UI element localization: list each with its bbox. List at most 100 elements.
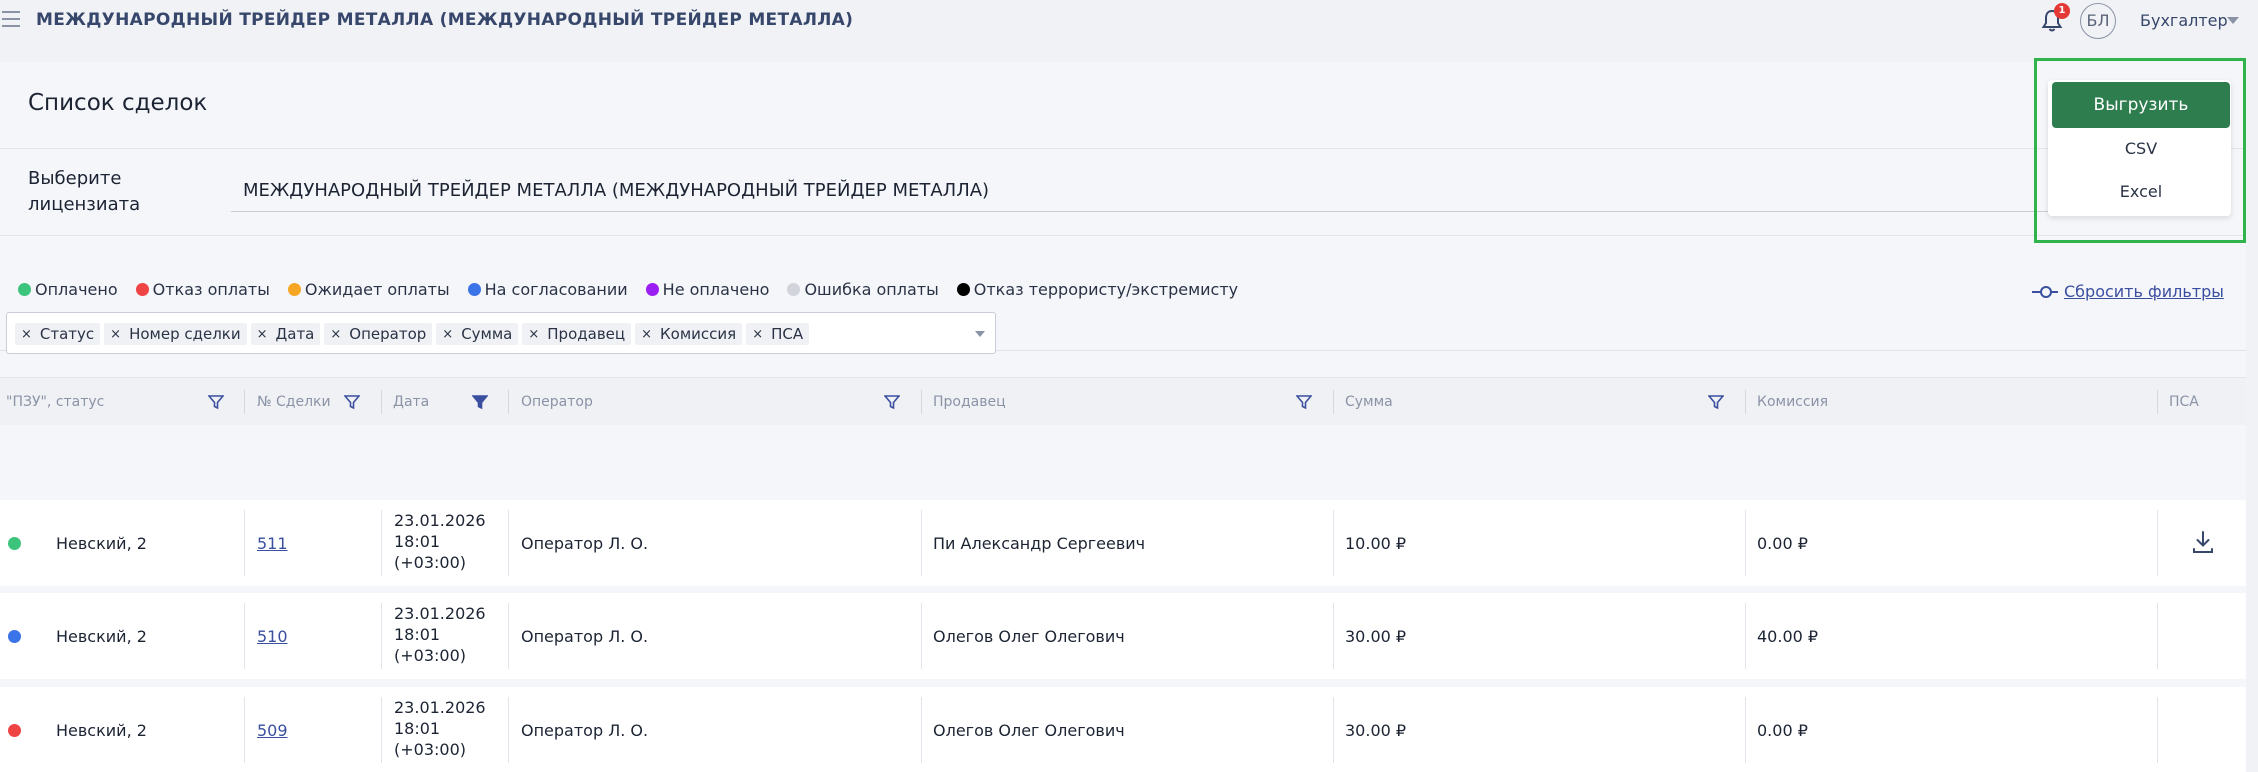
table-row[interactable]: Невский, 2 511 23.01.2026 18:01 (+03:00) Опер… bbox=[0, 500, 2246, 586]
sum-cell: 30.00 ₽ bbox=[1345, 626, 1407, 646]
cell-separator bbox=[1333, 603, 1334, 669]
legend-label: Не оплачено bbox=[662, 280, 770, 299]
status-legend: Оплачено Отказ оплаты Ожидает оплаты На сог… bbox=[18, 280, 1256, 299]
divider bbox=[0, 235, 2246, 236]
remove-chip-icon[interactable]: × bbox=[528, 327, 539, 342]
header-date[interactable]: Дата bbox=[393, 378, 429, 426]
header-seller[interactable]: Продавец bbox=[933, 378, 1006, 426]
deal-number-link[interactable]: 511 bbox=[257, 534, 288, 553]
remove-chip-icon[interactable]: × bbox=[330, 327, 341, 342]
header-commission[interactable]: Комиссия bbox=[1757, 378, 1828, 426]
divider bbox=[0, 148, 2246, 149]
filter-active-icon[interactable] bbox=[472, 394, 488, 410]
pzu-cell: Невский, 2 bbox=[56, 626, 147, 646]
header-operator[interactable]: Оператор bbox=[521, 378, 593, 426]
legend-item: Оплачено bbox=[18, 280, 118, 299]
cell-separator bbox=[1745, 510, 1746, 576]
timezone-value: (+03:00) bbox=[394, 740, 466, 759]
cell-separator bbox=[244, 697, 245, 763]
cell-separator bbox=[381, 697, 382, 763]
table-header: "ПЗУ", статус № Сделки Дата Оператор Про… bbox=[0, 377, 2246, 425]
cell-separator bbox=[921, 510, 922, 576]
header-status[interactable]: "ПЗУ", статус bbox=[6, 378, 104, 426]
remove-chip-icon[interactable]: × bbox=[21, 327, 32, 342]
legend-dot bbox=[787, 283, 801, 296]
cell-separator bbox=[508, 697, 509, 763]
deal-number-link[interactable]: 509 bbox=[257, 721, 288, 740]
legend-item: Отказ оплаты bbox=[135, 280, 270, 299]
cell-separator bbox=[921, 603, 922, 669]
filter-icon[interactable] bbox=[1708, 394, 1724, 410]
download-icon[interactable] bbox=[2192, 530, 2214, 554]
remove-chip-icon[interactable]: × bbox=[752, 327, 763, 342]
legend-label: Ожидает оплаты bbox=[304, 280, 450, 299]
header-deal-number[interactable]: № Сделки bbox=[257, 378, 331, 426]
cell-separator bbox=[921, 697, 922, 763]
header-psa[interactable]: ПСА bbox=[2169, 378, 2199, 426]
column-chip-label: Оператор bbox=[349, 325, 427, 343]
time-value: 18:01 bbox=[394, 625, 441, 644]
column-chip: × Номер сделки bbox=[104, 323, 247, 345]
pzu-cell: Невский, 2 bbox=[56, 720, 147, 740]
filter-icon[interactable] bbox=[344, 394, 360, 410]
reset-filters-label: Сбросить фильтры bbox=[2064, 282, 2224, 301]
remove-chip-icon[interactable]: × bbox=[641, 327, 652, 342]
pzu-cell: Невский, 2 bbox=[56, 533, 147, 553]
date-value: 23.01.2026 bbox=[394, 698, 486, 717]
date-cell: 23.01.2026 18:01 (+03:00) bbox=[394, 510, 486, 573]
cell-separator bbox=[2157, 697, 2158, 763]
column-separator bbox=[244, 390, 245, 414]
legend-label: Отказ террористу/экстремисту bbox=[973, 280, 1239, 299]
commission-cell: 0.00 ₽ bbox=[1757, 720, 1808, 740]
column-chip: × Оператор bbox=[324, 323, 433, 345]
legend-item: Ошибка оплаты bbox=[787, 280, 939, 299]
column-chip: × Дата bbox=[250, 323, 321, 345]
column-separator bbox=[921, 390, 922, 414]
table-row[interactable]: Невский, 2 509 23.01.2026 18:01 (+03:00) Опер… bbox=[0, 687, 2246, 772]
operator-cell: Оператор Л. О. bbox=[521, 720, 649, 740]
chevron-down-icon[interactable] bbox=[975, 331, 985, 337]
filter-icon[interactable] bbox=[208, 394, 224, 410]
column-chip-label: Сумма bbox=[461, 325, 513, 343]
columns-select[interactable]: × Статус × Номер сделки × Дата × Оператор × Сумма… bbox=[6, 312, 996, 354]
licensee-label: Выберите лицензиата bbox=[28, 168, 141, 215]
chevron-down-icon[interactable] bbox=[2227, 17, 2239, 24]
user-role[interactable]: Бухгалтер bbox=[2140, 11, 2228, 30]
column-chip-label: Комиссия bbox=[660, 325, 737, 343]
legend-label: Оплачено bbox=[35, 280, 118, 299]
page-title: Список сделок bbox=[28, 90, 208, 116]
licensee-select[interactable]: МЕЖДУНАРОДНЫЙ ТРЕЙДЕР МЕТАЛЛА (МЕЖДУНАРО… bbox=[231, 176, 2051, 212]
cell-separator bbox=[1745, 697, 1746, 763]
remove-chip-icon[interactable]: × bbox=[257, 327, 268, 342]
sum-cell: 30.00 ₽ bbox=[1345, 720, 1407, 740]
menu-icon[interactable] bbox=[2, 11, 20, 27]
cell-separator bbox=[1333, 510, 1334, 576]
cell-separator bbox=[244, 603, 245, 669]
sum-cell: 10.00 ₽ bbox=[1345, 533, 1407, 553]
legend-item: Ожидает оплаты bbox=[287, 280, 450, 299]
header-sum[interactable]: Сумма bbox=[1345, 378, 1393, 426]
legend-label: Отказ оплаты bbox=[152, 280, 270, 299]
filter-icon[interactable] bbox=[884, 394, 900, 410]
remove-chip-icon[interactable]: × bbox=[442, 327, 453, 342]
app-title: МЕЖДУНАРОДНЫЙ ТРЕЙДЕР МЕТАЛЛА (МЕЖДУНАРО… bbox=[36, 10, 854, 30]
filter-icon[interactable] bbox=[1296, 394, 1312, 410]
deal-number-link[interactable]: 510 bbox=[257, 627, 288, 646]
legend-dot bbox=[135, 283, 149, 296]
date-cell: 23.01.2026 18:01 (+03:00) bbox=[394, 603, 486, 666]
avatar[interactable]: БЛ bbox=[2080, 3, 2116, 39]
cell-separator bbox=[508, 603, 509, 669]
legend-dot bbox=[645, 283, 659, 296]
column-chip-label: Номер сделки bbox=[129, 325, 241, 343]
legend-dot bbox=[956, 283, 970, 296]
column-separator bbox=[381, 390, 382, 414]
reset-filters-link[interactable]: Сбросить фильтры bbox=[2032, 282, 2224, 301]
legend-item: На согласовании bbox=[467, 280, 628, 299]
top-bar: МЕЖДУНАРОДНЫЙ ТРЕЙДЕР МЕТАЛЛА (МЕЖДУНАРО… bbox=[0, 0, 2258, 60]
notification-badge: 1 bbox=[2054, 3, 2070, 19]
cell-separator bbox=[381, 510, 382, 576]
cell-separator bbox=[1333, 697, 1334, 763]
date-value: 23.01.2026 bbox=[394, 604, 486, 623]
table-row[interactable]: Невский, 2 510 23.01.2026 18:01 (+03:00) Опер… bbox=[0, 593, 2246, 679]
remove-chip-icon[interactable]: × bbox=[110, 327, 121, 342]
